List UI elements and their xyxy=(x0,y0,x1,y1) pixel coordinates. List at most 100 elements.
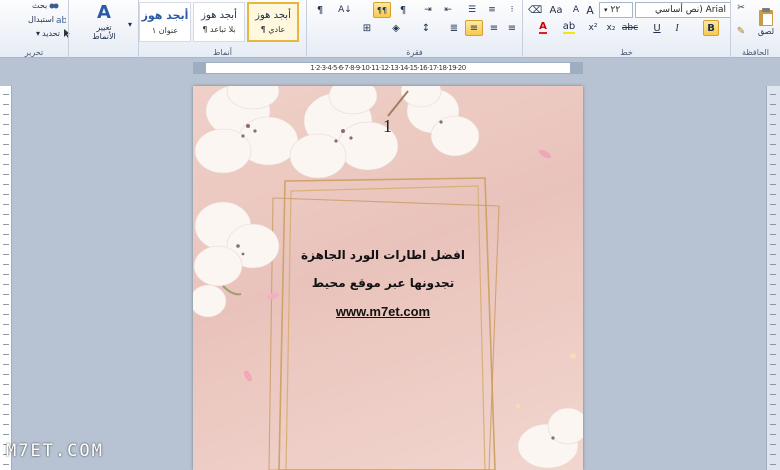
justify-button[interactable]: ≣ xyxy=(445,20,463,36)
rtl-button[interactable]: ¶¶ xyxy=(373,2,391,18)
bullets-button[interactable]: ⁝ xyxy=(503,2,521,18)
italic-button[interactable]: I xyxy=(669,20,685,36)
ruler-tick xyxy=(770,464,776,465)
document-page[interactable]: 1 افضل اطارات الورد الجاهزة تجدونها عبر … xyxy=(193,86,583,470)
superscript-icon: x² xyxy=(588,23,598,33)
ruler-tick xyxy=(770,454,776,455)
shrink-font-button[interactable]: A xyxy=(569,2,583,18)
ruler-tick xyxy=(3,354,9,355)
replace-icon: ab xyxy=(56,16,66,24)
ruler-tick xyxy=(770,164,776,165)
select-button[interactable]: ▾ تحديد xyxy=(36,28,72,38)
strikethrough-button[interactable]: abc xyxy=(621,20,639,36)
ruler-tick xyxy=(3,224,9,225)
replace-button[interactable]: استبدال ab xyxy=(28,14,66,25)
line-spacing-button[interactable]: ↕ xyxy=(417,20,435,36)
ltr-button[interactable]: ¶ xyxy=(395,2,411,18)
show-marks-button[interactable]: ¶ xyxy=(311,2,329,18)
style-sample: أبجد هوز xyxy=(141,9,189,22)
ruler-tick xyxy=(770,254,776,255)
numbering-button[interactable]: ≡ xyxy=(483,2,501,18)
find-button[interactable]: بحث xyxy=(32,0,59,10)
style-no-spacing[interactable]: أبجد هوز ¶ بلا تباعد xyxy=(193,2,245,42)
justify-icon: ≣ xyxy=(449,22,459,34)
align-center-icon: ≡ xyxy=(469,22,479,34)
bold-button[interactable]: B xyxy=(703,20,719,36)
ribbon: بحث استبدال ab ▾ تحديد تحرير A تغيير الأ… xyxy=(0,0,780,58)
ruler-tick xyxy=(3,144,9,145)
ruler-tick xyxy=(770,224,776,225)
ruler-tick xyxy=(3,324,9,325)
align-left-icon: ≡ xyxy=(489,22,499,34)
paintbrush-icon: ✎ xyxy=(736,25,746,37)
replace-label: استبدال xyxy=(28,14,54,24)
styles-group: أبجد هوز عنوان ١ أبجد هوز ¶ بلا تباعد أب… xyxy=(138,0,306,58)
align-right-icon: ≡ xyxy=(507,22,517,34)
format-painter-button[interactable]: ✎ xyxy=(733,24,749,38)
scissors-icon: ✂ xyxy=(737,3,745,13)
shading-button[interactable]: ◈ xyxy=(387,20,405,36)
borders-button[interactable]: ⊞ xyxy=(359,20,375,36)
ruler-tick xyxy=(3,384,9,385)
ruler-tick xyxy=(770,384,776,385)
indent-increase-button[interactable]: ⇥ xyxy=(419,2,437,18)
style-heading1[interactable]: أبجد هوز عنوان ١ xyxy=(139,2,191,42)
align-center-button[interactable]: ≡ xyxy=(465,20,483,36)
change-styles-button[interactable]: A تغيير الأنماط xyxy=(85,0,123,42)
ruler-tick xyxy=(3,174,9,175)
sort-icon: A↓ xyxy=(338,5,352,15)
ruler-tick xyxy=(3,284,9,285)
multilevel-list-button[interactable]: ☰ xyxy=(463,2,481,18)
ruler-numbers: 1·2·3·4·5·6·7·8·9·10·11·12·13·14·15·16·1… xyxy=(310,64,466,72)
outdent-icon: ⇤ xyxy=(444,5,452,15)
ruler-tick xyxy=(770,204,776,205)
superscript-button[interactable]: x² xyxy=(585,20,601,36)
ruler-tick xyxy=(770,374,776,375)
vertical-scrollbar[interactable] xyxy=(766,86,780,470)
align-left-button[interactable]: ≡ xyxy=(485,20,503,36)
highlight-button[interactable]: ab xyxy=(559,20,579,36)
sort-button[interactable]: A↓ xyxy=(335,2,355,18)
change-case-button[interactable]: Aa xyxy=(545,2,567,18)
ruler-tick xyxy=(3,194,9,195)
paste-button[interactable]: لصق xyxy=(751,0,780,42)
chevron-down-icon: ▾ xyxy=(604,6,608,14)
ruler-tick xyxy=(3,94,9,95)
subscript-button[interactable]: x₂ xyxy=(603,20,619,36)
indent-decrease-button[interactable]: ⇤ xyxy=(439,2,457,18)
styles-a-icon: A xyxy=(97,1,111,23)
paragraph-caption: فقرة xyxy=(406,48,423,57)
ruler-tick xyxy=(3,464,9,465)
font-name-value: Arial (نص أساسي xyxy=(655,5,726,15)
font-size-select[interactable]: ▾ ٢٢ xyxy=(599,2,633,18)
font-name-select[interactable]: Arial (نص أساسي xyxy=(635,2,731,18)
paste-label: لصق xyxy=(757,26,775,36)
style-name: ¶ بلا تباعد xyxy=(202,25,236,34)
ruler-tick xyxy=(770,154,776,155)
chevron-down-icon: ▾ xyxy=(36,28,41,38)
multilevel-list-icon: ☰ xyxy=(467,5,477,15)
clipboard-group: ✂ ✎ لصق الحافظة xyxy=(730,0,780,58)
ruler-tick xyxy=(3,124,9,125)
cut-button[interactable]: ✂ xyxy=(733,2,749,14)
document-body[interactable]: افضل اطارات الورد الجاهزة تجدونها عبر مو… xyxy=(288,248,478,319)
ruler-tick xyxy=(770,234,776,235)
ruler-tick xyxy=(3,164,9,165)
ruler-tick xyxy=(770,304,776,305)
vertical-ruler[interactable] xyxy=(0,86,12,470)
grow-font-button[interactable]: A xyxy=(583,2,597,18)
ruler-tick xyxy=(770,414,776,415)
align-right-button[interactable]: ≡ xyxy=(503,20,521,36)
styles-scroll-button[interactable]: ▾ xyxy=(125,6,135,42)
ruler-tick xyxy=(3,114,9,115)
horizontal-ruler[interactable]: 1·2·3·4·5·6·7·8·9·10·11·12·13·14·15·16·1… xyxy=(193,62,583,74)
page-number: 1 xyxy=(383,116,392,136)
ruler-tick xyxy=(770,314,776,315)
underline-button[interactable]: U xyxy=(649,20,665,36)
strikethrough-icon: abc xyxy=(621,23,639,33)
style-normal[interactable]: أبجد هوز ¶ عادي xyxy=(247,2,299,42)
clear-format-button[interactable]: ⌫ xyxy=(527,2,543,18)
clipboard-icon xyxy=(759,7,773,26)
font-color-button[interactable]: A xyxy=(531,20,555,36)
document-link[interactable]: www.m7et.com xyxy=(288,304,478,319)
